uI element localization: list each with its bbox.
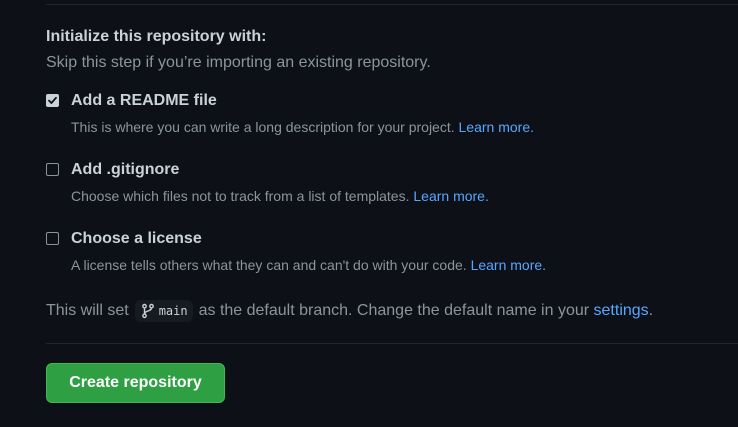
readme-learn-more-link[interactable]: Learn more. — [459, 119, 534, 135]
create-repository-button[interactable]: Create repository — [46, 363, 225, 403]
repository-init-panel: Initialize this repository with: Skip th… — [0, 0, 738, 427]
gitignore-label[interactable]: Add .gitignore — [71, 161, 179, 179]
branch-prefix: This will set — [46, 302, 129, 319]
git-branch-icon — [141, 303, 154, 319]
readme-description: This is where you can write a long descr… — [71, 119, 534, 135]
branch-suffix: . — [648, 302, 654, 319]
branch-name: main — [158, 304, 188, 318]
initialize-subtitle: Skip this step if you’re importing an ex… — [46, 54, 431, 71]
default-branch-notice: This will set main as the default branch… — [46, 297, 653, 325]
readme-description-text: This is where you can write a long descr… — [71, 119, 455, 135]
gitignore-learn-more-link[interactable]: Learn more. — [413, 188, 488, 204]
license-learn-more-link[interactable]: Learn more. — [471, 257, 546, 273]
bottom-divider — [46, 343, 738, 344]
initialize-heading: Initialize this repository with: — [46, 28, 267, 45]
check-icon — [48, 96, 57, 104]
settings-link[interactable]: settings — [594, 302, 649, 320]
gitignore-description: Choose which files not to track from a l… — [71, 188, 489, 204]
license-label[interactable]: Choose a license — [71, 230, 202, 248]
branch-middle-text: as the default branch. Change the defaul… — [198, 302, 590, 319]
readme-label[interactable]: Add a README file — [71, 92, 217, 110]
readme-checkbox[interactable] — [46, 94, 59, 107]
branch-chip: main — [134, 300, 193, 322]
license-description: A license tells others what they can and… — [71, 257, 546, 273]
top-divider — [46, 4, 738, 5]
license-checkbox[interactable] — [46, 232, 59, 245]
gitignore-checkbox[interactable] — [46, 163, 59, 176]
gitignore-description-text: Choose which files not to track from a l… — [71, 188, 410, 204]
license-description-text: A license tells others what they can and… — [71, 257, 467, 273]
